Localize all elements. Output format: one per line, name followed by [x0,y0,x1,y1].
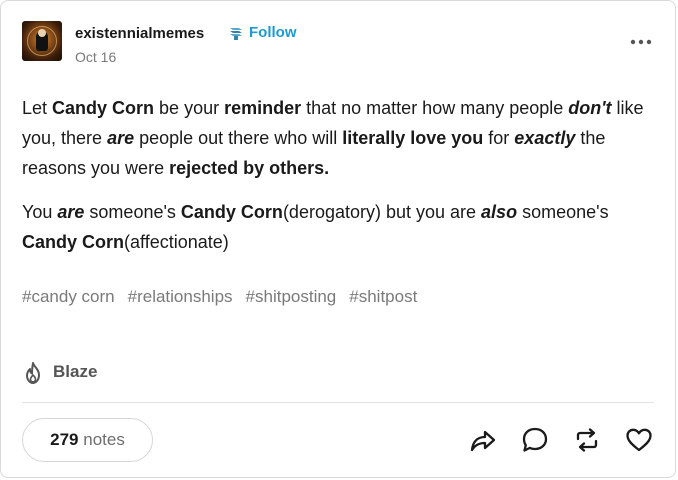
blaze-label: Blaze [53,362,98,381]
post-card: existennialmemes Follow Oct 16 Let Candy… [0,0,676,478]
share-arrow-icon[interactable] [468,425,498,455]
text-run: also [481,202,518,222]
divider [22,402,654,403]
tag-link[interactable]: #candy corn [22,287,115,306]
post-header: existennialmemes Follow Oct 16 [22,21,654,65]
notes-button[interactable]: 279 notes [22,418,153,462]
text-run: literally love you [342,128,484,148]
text-run: for [483,128,515,148]
text-run: that no matter how many people [301,98,569,118]
text-run: reminder [224,98,302,118]
avatar[interactable] [22,21,62,61]
follow-button[interactable]: Follow [249,24,297,41]
text-run: people out there who will [134,128,343,148]
heart-icon[interactable] [624,425,654,455]
text-run: Let [22,98,53,118]
post-actions [468,425,654,455]
text-run: are [57,202,85,222]
post-date[interactable]: Oct 16 [75,49,116,65]
post-paragraph-1: Let Candy Corn be your reminder that no … [22,93,652,183]
speech-bubble-icon[interactable] [520,425,550,455]
tag-link[interactable]: #relationships [128,287,233,306]
post-paragraph-2: You are someone's Candy Corn(derogatory)… [22,197,652,257]
text-run: Candy Corn [180,202,283,222]
text-run: exactly [514,128,576,148]
text-run: (derogatory) but you are [282,202,482,222]
flame-icon [26,362,40,384]
more-options-icon[interactable] [629,32,653,52]
text-run: be your [154,98,225,118]
tag-list: #candy corn #relationships #shitposting #sh… [22,287,430,307]
text-run: don't [568,98,612,118]
text-run: rejected by others. [169,158,330,178]
blog-name[interactable]: existennialmemes [75,25,204,42]
notes-count: 279 [50,430,79,449]
tag-link[interactable]: #shitposting [246,287,337,306]
text-run: someone's [84,202,181,222]
text-run: are [107,128,135,148]
notes-label: notes [83,430,125,449]
text-run: (affectionate) [124,232,229,252]
post-body: Let Candy Corn be your reminder that no … [22,93,652,271]
tag-link[interactable]: #shitpost [349,287,417,306]
text-run: someone's [517,202,609,222]
text-run: You [22,202,58,222]
reblog-icon[interactable] [572,425,602,455]
text-run: Candy Corn [52,98,155,118]
text-run: Candy Corn [22,232,125,252]
verified-badge-icon [230,28,242,40]
